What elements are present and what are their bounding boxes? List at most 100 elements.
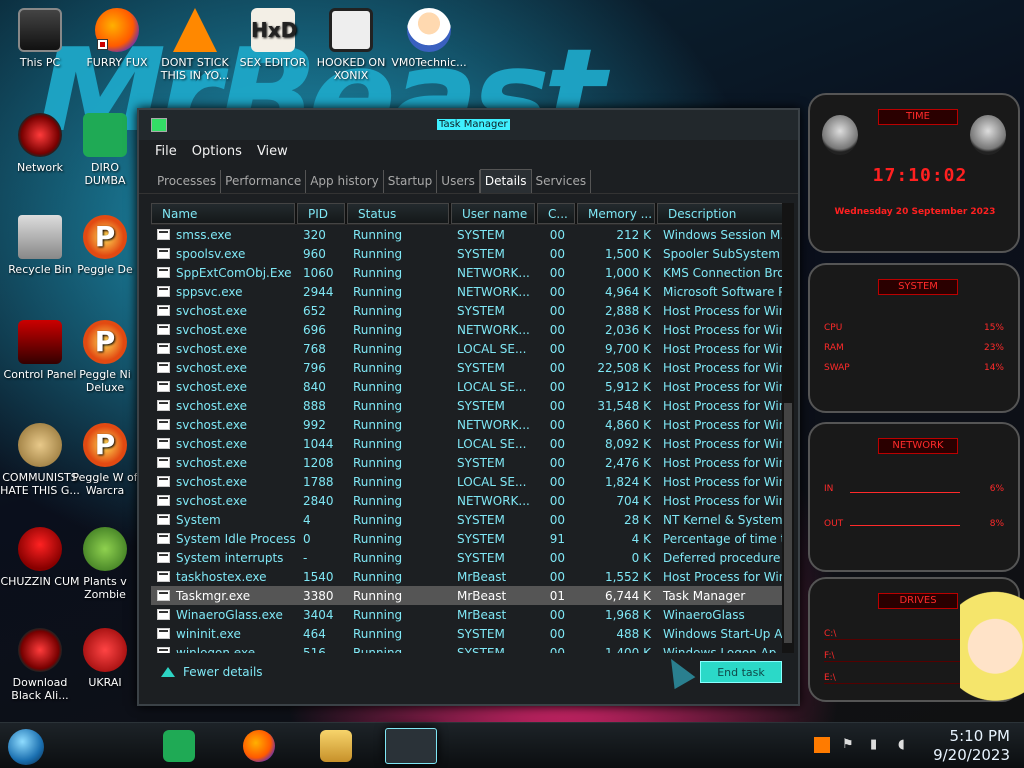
title-bar[interactable]: Task Manager bbox=[139, 110, 798, 140]
cell-name: spoolsv.exe bbox=[151, 247, 295, 261]
network-tray-icon[interactable]: ▮ bbox=[870, 737, 886, 753]
desktop-icon-this-pc[interactable]: This PC bbox=[0, 8, 80, 69]
process-icon bbox=[157, 248, 170, 259]
desktop-icon-vlc[interactable]: DONT STICK THIS IN YO... bbox=[155, 8, 235, 82]
tab-app-history[interactable]: App history bbox=[306, 170, 384, 193]
desktop-icon-label: Control Panel bbox=[3, 368, 77, 381]
cell-mem: 1,000 K bbox=[604, 265, 651, 280]
flag-icon[interactable]: ⚑ bbox=[842, 737, 858, 753]
tray-app-icon[interactable] bbox=[814, 737, 830, 753]
desktop-icon-xonix[interactable]: HOOKED ON XONIX bbox=[311, 8, 391, 82]
tab-startup[interactable]: Startup bbox=[384, 170, 438, 193]
table-row[interactable]: SppExtComObj.Exe 1060 Running NETWORK... 00 1… bbox=[151, 263, 794, 282]
table-row[interactable]: svchost.exe 2840 Running NETWORK... 00 704 K H… bbox=[151, 491, 794, 510]
cell-mem: 2,476 K bbox=[604, 455, 651, 470]
stat-value: 23% bbox=[983, 343, 1004, 353]
desktop-icon-plants-vs-zombies[interactable]: Plants v Zombie bbox=[70, 527, 140, 601]
table-row[interactable]: sppsvc.exe 2944 Running NETWORK... 00 4,964 K… bbox=[151, 282, 794, 301]
cell-pid: 960 bbox=[303, 246, 326, 261]
desktop-icon-communists[interactable]: COMMUNISTS HATE THIS G... bbox=[0, 423, 80, 497]
table-row[interactable]: System Idle Process 0 Running SYSTEM 91 4 K Pe… bbox=[151, 529, 794, 548]
cell-mem: 6,744 K bbox=[604, 588, 651, 603]
table-row[interactable]: svchost.exe 992 Running NETWORK... 00 4,860 K… bbox=[151, 415, 794, 434]
column-header-name[interactable]: Name bbox=[151, 203, 295, 224]
table-row[interactable]: spoolsv.exe 960 Running SYSTEM 00 1,500 K Spoo… bbox=[151, 244, 794, 263]
tab-processes[interactable]: Processes bbox=[153, 170, 222, 193]
table-row[interactable]: svchost.exe 796 Running SYSTEM 00 22,508 K Hos… bbox=[151, 358, 794, 377]
table-row[interactable]: svchost.exe 652 Running SYSTEM 00 2,888 K Host… bbox=[151, 301, 794, 320]
taskbar-clock[interactable]: 5:10 PM 9/20/2023 bbox=[933, 727, 1010, 765]
cell-mem: 31,548 K bbox=[597, 398, 651, 413]
cell-cpu: 00 bbox=[549, 227, 565, 242]
desktop-icon-network[interactable]: Network bbox=[0, 113, 80, 174]
table-row[interactable]: smss.exe 320 Running SYSTEM 00 212 K Windows S… bbox=[151, 225, 794, 244]
tab-performance[interactable]: Performance bbox=[221, 170, 307, 193]
taskbar-app-task-manager[interactable] bbox=[385, 728, 437, 764]
desktop-icon-ukrai[interactable]: UKRAI bbox=[70, 628, 140, 689]
desktop-icon-black-alien[interactable]: Download Black Ali... bbox=[0, 628, 80, 702]
process-icon bbox=[157, 514, 170, 525]
tab-details[interactable]: Details bbox=[479, 169, 532, 193]
vertical-scrollbar[interactable] bbox=[782, 203, 794, 653]
desktop-icon-peggle-nights[interactable]: P Peggle Ni Deluxe bbox=[70, 320, 140, 394]
desktop-icon-recycle-bin[interactable]: Recycle Bin bbox=[0, 215, 80, 276]
process-icon bbox=[157, 286, 170, 297]
process-name: svchost.exe bbox=[176, 303, 247, 318]
tab-users[interactable]: Users bbox=[437, 170, 480, 193]
start-button[interactable] bbox=[8, 729, 44, 765]
desktop-icon-hex-editor[interactable]: HxD SEX EDITOR bbox=[233, 8, 313, 69]
desktop-icon-peggle-deluxe[interactable]: P Peggle De bbox=[70, 215, 140, 276]
cell-mem: 4,964 K bbox=[604, 284, 651, 299]
table-row[interactable]: System interrupts - Running SYSTEM 00 0 K Defe… bbox=[151, 548, 794, 567]
column-header-user[interactable]: User name bbox=[451, 203, 535, 224]
volume-icon[interactable]: ◖ bbox=[898, 737, 914, 753]
scrollbar-thumb[interactable] bbox=[784, 403, 792, 643]
table-row[interactable]: System 4 Running SYSTEM 00 28 K NT Kernel & Sy… bbox=[151, 510, 794, 529]
desktop-icon-control-panel[interactable]: Control Panel bbox=[0, 320, 80, 381]
column-header-status[interactable]: Status bbox=[347, 203, 449, 224]
menu-file[interactable]: File bbox=[155, 144, 177, 159]
taskbar-app-notes[interactable] bbox=[163, 730, 195, 762]
cell-status: Running bbox=[353, 588, 403, 603]
cell-name: WinaeroGlass.exe bbox=[151, 608, 295, 622]
menu-options[interactable]: Options bbox=[192, 144, 242, 159]
fewer-details-button[interactable]: Fewer details bbox=[161, 665, 263, 679]
table-row[interactable]: WinaeroGlass.exe 3404 Running MrBeast 00 1,96… bbox=[151, 605, 794, 624]
end-task-button[interactable]: End task bbox=[700, 661, 782, 683]
cell-cpu: 00 bbox=[549, 474, 565, 489]
table-row[interactable]: svchost.exe 1788 Running LOCAL SE... 00 1,824… bbox=[151, 472, 794, 491]
menu-view[interactable]: View bbox=[257, 144, 288, 159]
desktop-icon-label: DONT STICK THIS IN YO... bbox=[160, 56, 230, 82]
desktop-icon-peggle-warcraft[interactable]: P Peggle W of Warcra bbox=[70, 423, 140, 497]
table-row[interactable]: svchost.exe 1044 Running LOCAL SE... 00 8,092… bbox=[151, 434, 794, 453]
desktop-icon-chuzzin[interactable]: CHUZZIN CUM bbox=[0, 527, 80, 588]
column-header-memory[interactable]: Memory ... bbox=[577, 203, 655, 224]
column-header-pid[interactable]: PID bbox=[297, 203, 345, 224]
table-row[interactable]: Taskmgr.exe 3380 Running MrBeast 01 6,744 K Ta… bbox=[151, 586, 794, 605]
taskbar-app-file-explorer[interactable] bbox=[320, 730, 352, 762]
cell-mem: 8,092 K bbox=[604, 436, 651, 451]
desktop-icon-furry-fux[interactable]: FURRY FUX bbox=[77, 8, 157, 69]
table-row[interactable]: wininit.exe 464 Running SYSTEM 00 488 K Window… bbox=[151, 624, 794, 643]
column-header-description[interactable]: Description bbox=[657, 203, 787, 224]
network-in-graph bbox=[850, 479, 960, 493]
table-row[interactable]: taskhostex.exe 1540 Running MrBeast 00 1,552 … bbox=[151, 567, 794, 586]
table-row[interactable]: svchost.exe 696 Running NETWORK... 00 2,036 K… bbox=[151, 320, 794, 339]
cell-pid: 840 bbox=[303, 379, 326, 394]
cell-desc: WinaeroGlass bbox=[663, 607, 745, 622]
desktop-icon-label: HOOKED ON XONIX bbox=[316, 56, 386, 82]
cell-status: Running bbox=[353, 626, 403, 641]
stat-value: 15% bbox=[983, 323, 1004, 333]
table-row[interactable]: svchost.exe 888 Running SYSTEM 00 31,548 K Hos… bbox=[151, 396, 794, 415]
process-name: svchost.exe bbox=[176, 341, 247, 356]
desktop-icon-vm-technician[interactable]: VM0Technic... bbox=[389, 8, 469, 69]
process-icon bbox=[157, 457, 170, 468]
table-row[interactable]: svchost.exe 768 Running LOCAL SE... 00 9,700 … bbox=[151, 339, 794, 358]
tab-services[interactable]: Services bbox=[532, 170, 592, 193]
stat-label: SWAP bbox=[824, 363, 850, 373]
table-row[interactable]: svchost.exe 1208 Running SYSTEM 00 2,476 K Hos… bbox=[151, 453, 794, 472]
desktop-icon-diro[interactable]: DIRO DUMBA bbox=[70, 113, 140, 187]
column-header-cpu[interactable]: C... bbox=[537, 203, 575, 224]
table-row[interactable]: svchost.exe 840 Running LOCAL SE... 00 5,912 … bbox=[151, 377, 794, 396]
taskbar-app-firefox[interactable] bbox=[243, 730, 275, 762]
